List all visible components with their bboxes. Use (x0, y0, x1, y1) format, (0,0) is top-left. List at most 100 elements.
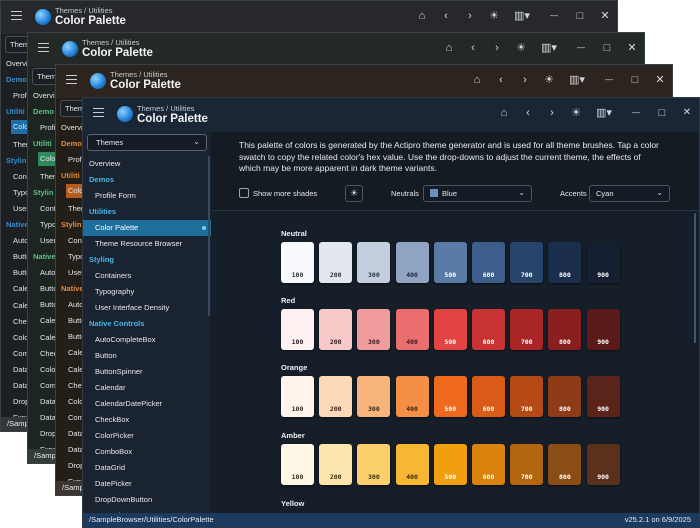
back-icon[interactable]: ‹ (439, 9, 453, 23)
sidebar-item-calendar[interactable]: Calendar (83, 380, 211, 396)
sidebar-item-color-palette[interactable]: Color Palette (83, 220, 211, 236)
layout-menu-icon[interactable]: ▥▾ (593, 106, 615, 120)
color-swatch-amber-700[interactable]: 700 (510, 444, 544, 485)
color-swatch-orange-100[interactable]: 100 (281, 376, 314, 417)
sidebar-item-typography[interactable]: Typography (83, 284, 211, 300)
maximize-icon[interactable]: □ (573, 9, 587, 23)
color-swatch-amber-300[interactable]: 300 (357, 444, 391, 485)
color-swatch-red-200[interactable]: 200 (319, 309, 353, 350)
color-swatch-amber-200[interactable]: 200 (319, 444, 353, 485)
nav-item[interactable]: Data (40, 397, 56, 406)
home-icon[interactable]: ⌂ (497, 106, 511, 120)
color-swatch-neutral-100[interactable]: 100 (281, 242, 314, 283)
maximize-icon[interactable]: □ (655, 106, 669, 120)
color-swatch-red-300[interactable]: 300 (357, 309, 391, 350)
nav-item[interactable]: Data (40, 413, 56, 422)
color-swatch-orange-900[interactable]: 900 (586, 376, 620, 417)
sidebar-item-calendardatepicker[interactable]: CalendarDatePicker (83, 396, 211, 412)
sidebar-item-dropdownbutton[interactable]: DropDownButton (83, 492, 211, 508)
breadcrumb[interactable]: Themes / Utilities (82, 38, 140, 47)
nav-item[interactable]: User (40, 236, 56, 245)
nav-item[interactable]: Typo (40, 220, 56, 229)
theme-toggle-button[interactable]: ☀ (345, 185, 363, 202)
color-swatch-orange-800[interactable]: 800 (548, 376, 582, 417)
color-swatch-orange-300[interactable]: 300 (357, 376, 391, 417)
nav-item[interactable]: Overvi (61, 123, 83, 132)
color-swatch-orange-700[interactable]: 700 (510, 376, 544, 417)
sidebar-item-checkbox[interactable]: CheckBox (83, 412, 211, 428)
close-icon[interactable]: ✕ (598, 9, 612, 23)
color-swatch-amber-600[interactable]: 600 (472, 444, 505, 485)
nav-item[interactable]: Auto (40, 268, 55, 277)
layout-menu-icon[interactable]: ▥▾ (566, 73, 588, 87)
accents-combo[interactable]: Cyan ⌄ (589, 185, 670, 202)
sidebar-item-containers[interactable]: Containers (83, 268, 211, 284)
sidebar-item-button[interactable]: Button (83, 348, 211, 364)
layout-menu-icon[interactable]: ▥▾ (511, 9, 533, 23)
minimize-icon[interactable]: — (547, 9, 561, 23)
hamburger-menu-icon[interactable] (38, 43, 49, 55)
nav-item[interactable]: Overvi (33, 91, 55, 100)
sidebar-item-datepicker[interactable]: DatePicker (83, 476, 211, 492)
minimize-icon[interactable]: — (629, 106, 643, 120)
hamburger-menu-icon[interactable] (11, 11, 22, 23)
color-swatch-red-700[interactable]: 700 (510, 309, 544, 350)
back-icon[interactable]: ‹ (494, 73, 508, 87)
color-swatch-red-800[interactable]: 800 (548, 309, 582, 350)
color-swatch-amber-100[interactable]: 100 (281, 444, 314, 485)
sidebar-item-autocompletebox[interactable]: AutoCompleteBox (83, 332, 211, 348)
nav-item[interactable]: Overvi (6, 59, 28, 68)
nav-item[interactable]: Colo (40, 365, 55, 374)
forward-icon[interactable]: › (463, 9, 477, 23)
sidebar-scrollbar[interactable] (208, 156, 210, 316)
color-swatch-neutral-900[interactable]: 900 (586, 242, 620, 283)
palette-scrollbar[interactable] (694, 213, 696, 343)
color-swatch-red-500[interactable]: 500 (433, 309, 467, 350)
sidebar-item-user-interface-density[interactable]: User Interface Density (83, 300, 211, 316)
theme-sun-icon[interactable]: ☀ (569, 106, 583, 120)
close-icon[interactable]: ✕ (653, 73, 667, 87)
color-swatch-amber-400[interactable]: 400 (395, 444, 429, 485)
color-swatch-red-900[interactable]: 900 (586, 309, 620, 350)
sidebar-item-colorpicker[interactable]: ColorPicker (83, 428, 211, 444)
sidebar-item-theme-resource-browser[interactable]: Theme Resource Browser (83, 236, 211, 252)
color-swatch-red-100[interactable]: 100 (281, 309, 314, 350)
forward-icon[interactable]: › (545, 106, 559, 120)
color-swatch-amber-800[interactable]: 800 (548, 444, 582, 485)
breadcrumb[interactable]: Themes / Utilities (110, 70, 168, 79)
sidebar-item-combobox[interactable]: ComboBox (83, 444, 211, 460)
theme-sun-icon[interactable]: ☀ (542, 73, 556, 87)
color-swatch-red-400[interactable]: 400 (395, 309, 429, 350)
color-swatch-neutral-700[interactable]: 700 (510, 242, 544, 283)
back-icon[interactable]: ‹ (466, 41, 480, 55)
sidebar-item-datagrid[interactable]: DataGrid (83, 460, 211, 476)
home-icon[interactable]: ⌂ (470, 73, 484, 87)
hamburger-menu-icon[interactable] (66, 75, 77, 87)
nav-item[interactable]: Drop (40, 429, 56, 438)
nav-item[interactable]: Cont (40, 204, 56, 213)
sidebar-item-overview[interactable]: Overview (83, 156, 211, 172)
color-swatch-amber-500[interactable]: 500 (433, 444, 467, 485)
sidebar-item-profile-form[interactable]: Profile Form (83, 188, 211, 204)
color-swatch-red-600[interactable]: 600 (472, 309, 505, 350)
show-more-shades-label[interactable]: Show more shades (253, 189, 317, 198)
color-swatch-orange-600[interactable]: 600 (472, 376, 505, 417)
forward-icon[interactable]: › (490, 41, 504, 55)
home-icon[interactable]: ⌂ (442, 41, 456, 55)
color-swatch-neutral-300[interactable]: 300 (357, 242, 391, 283)
breadcrumb[interactable]: Themes / Utilities (55, 6, 113, 15)
maximize-icon[interactable]: □ (600, 41, 614, 55)
color-swatch-neutral-800[interactable]: 800 (548, 242, 582, 283)
close-icon[interactable]: ✕ (625, 41, 639, 55)
close-icon[interactable]: ✕ (680, 106, 694, 120)
color-swatch-orange-200[interactable]: 200 (319, 376, 353, 417)
neutrals-combo[interactable]: Blue ⌄ (423, 185, 532, 202)
color-swatch-neutral-400[interactable]: 400 (395, 242, 429, 283)
layout-menu-icon[interactable]: ▥▾ (538, 41, 560, 55)
color-swatch-orange-400[interactable]: 400 (395, 376, 429, 417)
color-swatch-neutral-500[interactable]: 500 (433, 242, 467, 283)
theme-sun-icon[interactable]: ☀ (514, 41, 528, 55)
forward-icon[interactable]: › (518, 73, 532, 87)
minimize-icon[interactable]: — (602, 73, 616, 87)
breadcrumb[interactable]: Themes / Utilities (137, 104, 195, 113)
